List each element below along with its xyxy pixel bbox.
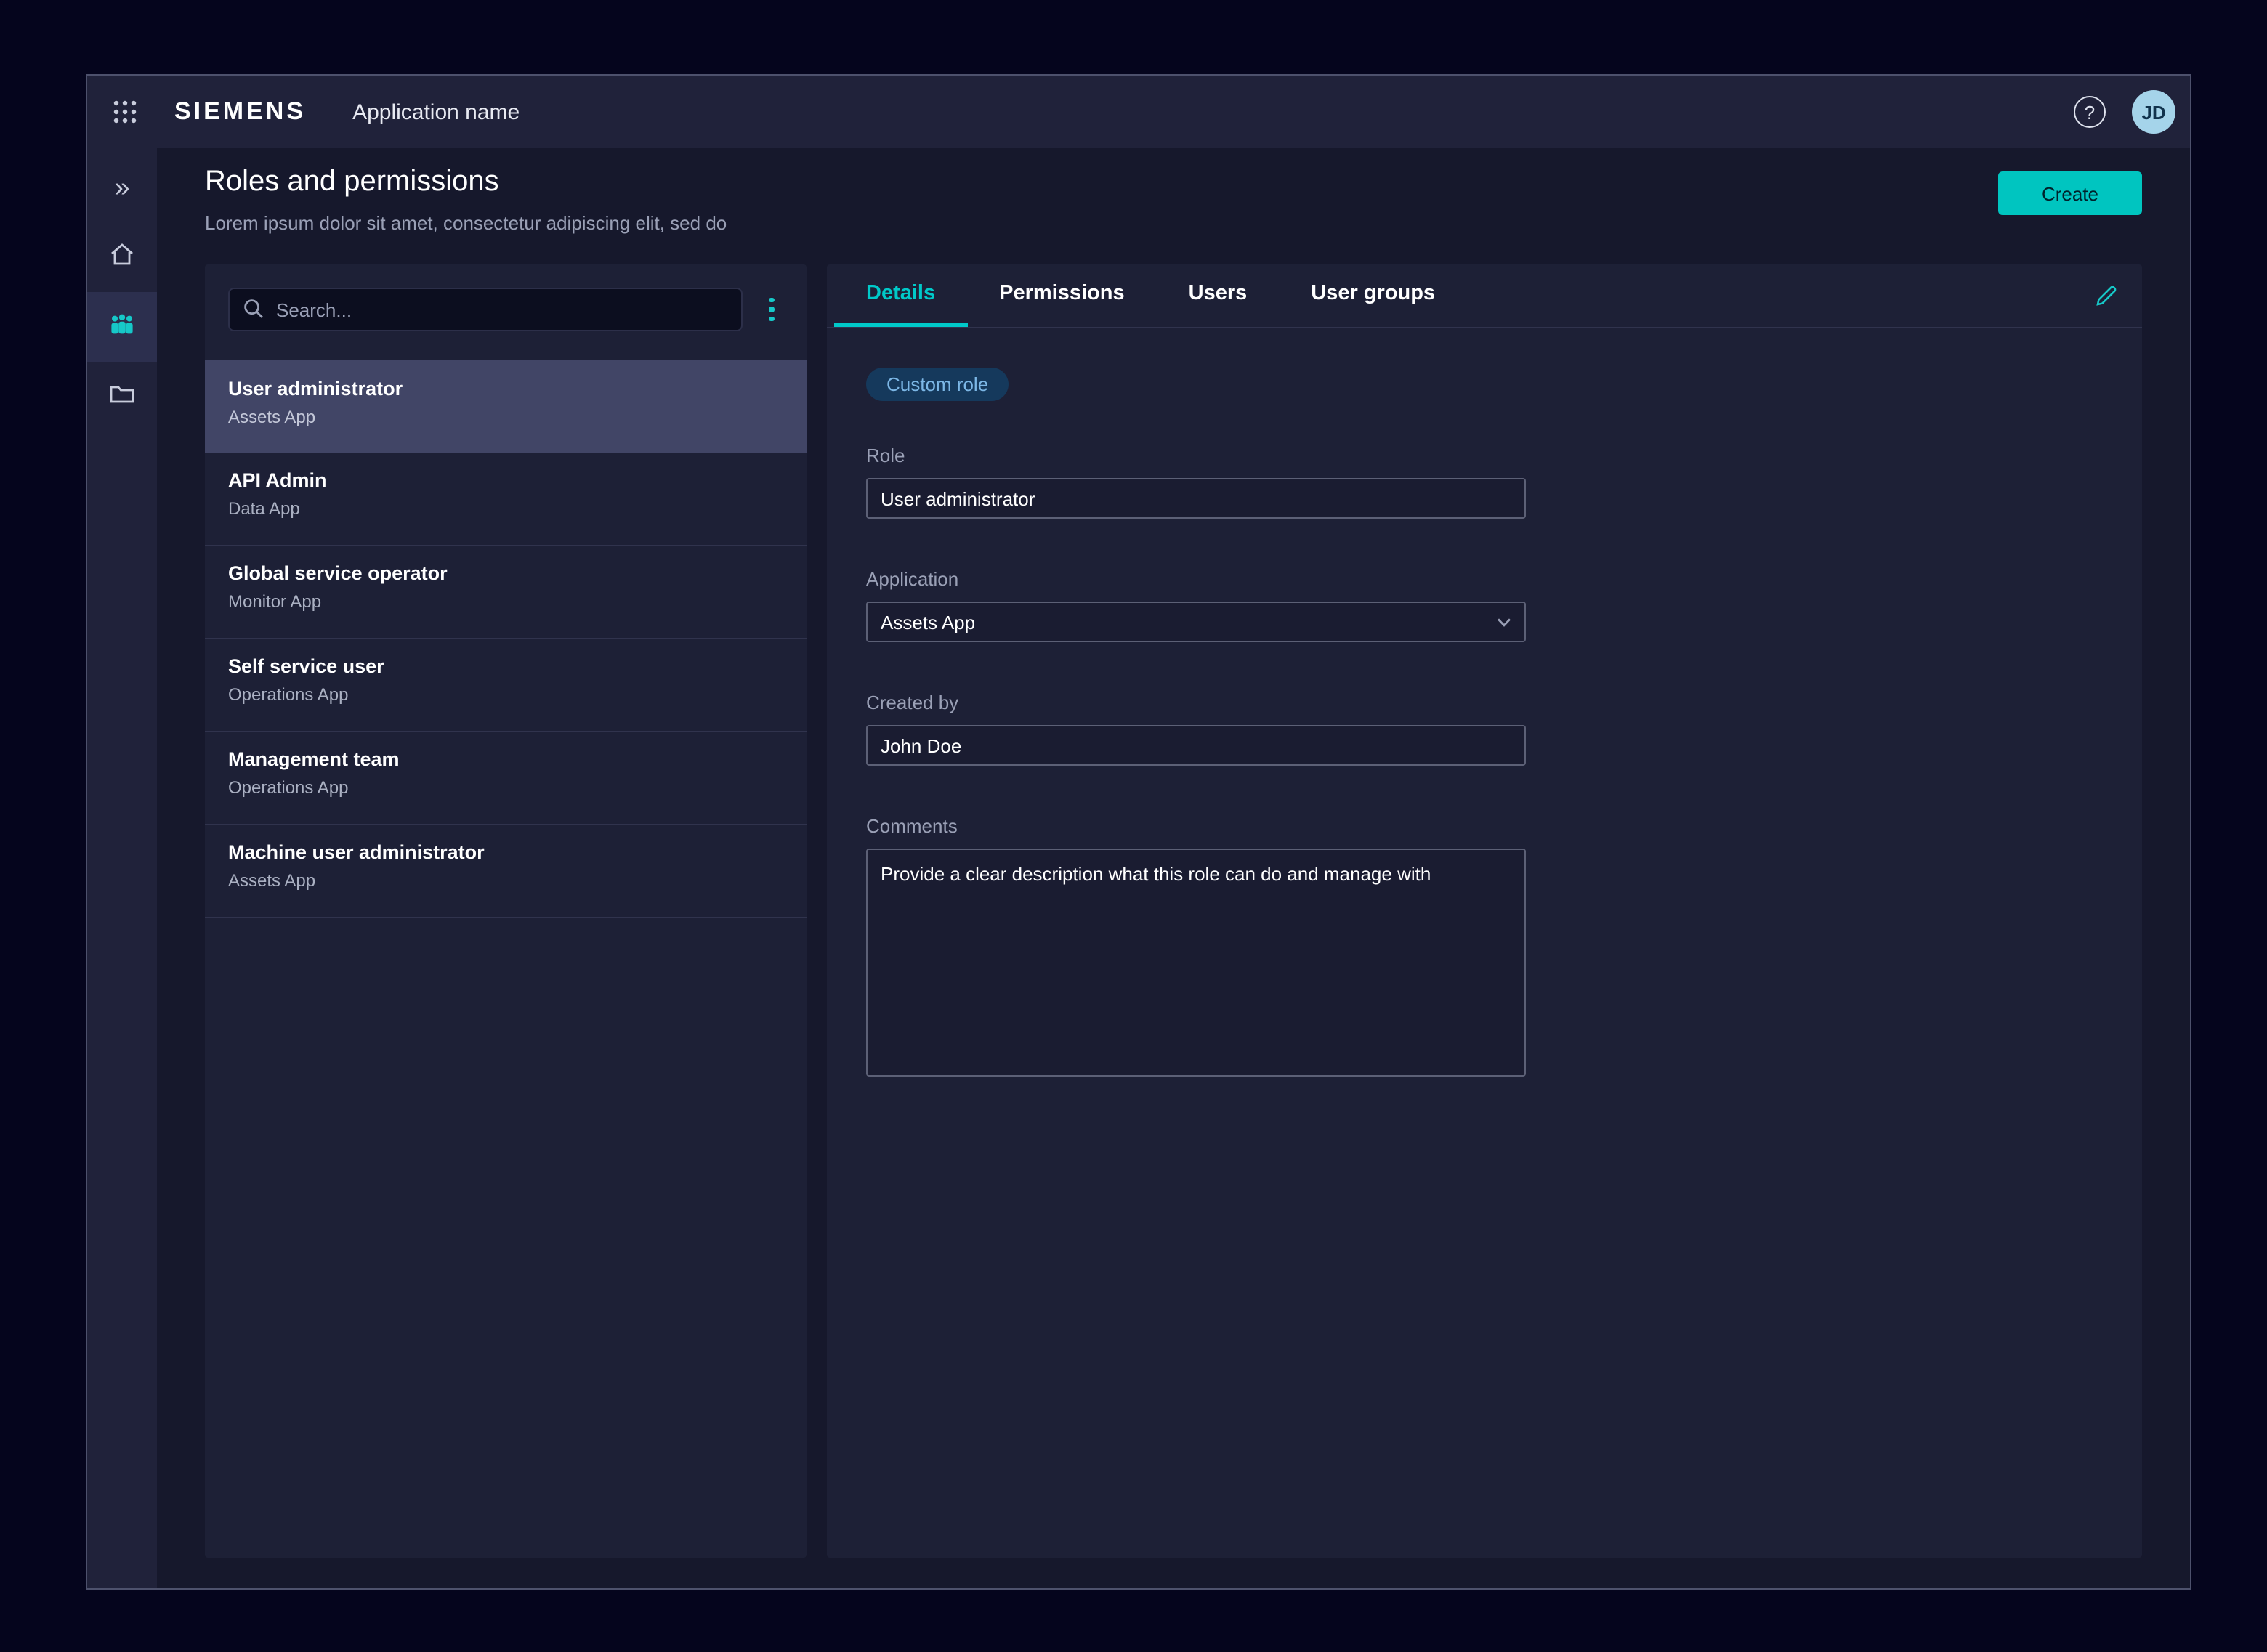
- application-name: Application name: [352, 100, 520, 124]
- list-item[interactable]: API Admin Data App: [205, 453, 807, 546]
- search-input[interactable]: [228, 288, 743, 331]
- tab-user-groups[interactable]: User groups: [1279, 264, 1467, 327]
- search-row: [205, 264, 807, 355]
- sidebar-item-roles[interactable]: [87, 292, 157, 362]
- search-icon: [243, 298, 264, 320]
- home-icon: [109, 240, 135, 274]
- role-name: Machine user administrator: [228, 841, 783, 863]
- role-name: Management team: [228, 748, 783, 770]
- role-app: Data App: [228, 498, 783, 519]
- roles-list-panel: User administrator Assets App API Admin …: [205, 264, 807, 1558]
- list-item[interactable]: Self service user Operations App: [205, 639, 807, 732]
- list-item[interactable]: Management team Operations App: [205, 732, 807, 825]
- page-header-text: Roles and permissions Lorem ipsum dolor …: [205, 166, 727, 234]
- edit-pencil-icon[interactable]: [2084, 274, 2127, 317]
- chevron-down-icon: [1497, 618, 1511, 628]
- role-name: Self service user: [228, 655, 783, 677]
- list-item[interactable]: Global service operator Monitor App: [205, 546, 807, 639]
- role-input[interactable]: [866, 478, 1526, 519]
- role-name: Global service operator: [228, 562, 783, 584]
- sidebar-item-files[interactable]: [87, 362, 157, 432]
- comments-textarea[interactable]: Provide a clear description what this ro…: [866, 849, 1526, 1077]
- create-button[interactable]: Create: [1998, 171, 2142, 215]
- role-name: API Admin: [228, 469, 783, 491]
- user-avatar[interactable]: JD: [2132, 90, 2175, 134]
- main-content: Roles and permissions Lorem ipsum dolor …: [157, 148, 2190, 1588]
- list-item[interactable]: User administrator Assets App: [205, 360, 807, 453]
- tab-permissions[interactable]: Permissions: [967, 264, 1157, 327]
- folder-icon: [109, 381, 135, 412]
- tab-users[interactable]: Users: [1157, 264, 1280, 327]
- role-name: User administrator: [228, 378, 783, 400]
- icon-sidebar: »: [87, 148, 157, 1588]
- application-select-value: Assets App: [881, 611, 975, 633]
- page-title: Roles and permissions: [205, 166, 727, 199]
- list-item[interactable]: Machine user administrator Assets App: [205, 825, 807, 918]
- created-by-field: Created by: [866, 692, 2103, 766]
- detail-form: Custom role Role Application Assets App: [827, 328, 2142, 1106]
- detail-tabbar: Details Permissions Users User groups: [827, 264, 2142, 328]
- help-icon[interactable]: ?: [2074, 96, 2106, 128]
- created-by-field-label: Created by: [866, 692, 2103, 713]
- header-actions: ? JD: [2074, 90, 2175, 134]
- siemens-logo: SIEMENS: [174, 97, 306, 126]
- role-field-label: Role: [866, 445, 2103, 466]
- comments-field: Comments Provide a clear description wha…: [866, 815, 2103, 1077]
- top-header: SIEMENS Application name ? JD: [87, 76, 2190, 148]
- role-app: Operations App: [228, 777, 783, 798]
- application-field-label: Application: [866, 568, 2103, 590]
- role-field: Role: [866, 445, 2103, 519]
- sidebar-item-home[interactable]: [87, 222, 157, 292]
- page-subtitle: Lorem ipsum dolor sit amet, consectetur …: [205, 212, 727, 234]
- app-window: SIEMENS Application name ? JD »: [86, 74, 2191, 1590]
- role-app: Assets App: [228, 870, 783, 891]
- comments-field-label: Comments: [866, 815, 2103, 837]
- role-detail-panel: Details Permissions Users User groups: [827, 264, 2142, 1558]
- content-panels: User administrator Assets App API Admin …: [205, 264, 2142, 1558]
- custom-role-badge: Custom role: [866, 368, 1009, 401]
- search-field-wrapper: [228, 288, 743, 331]
- window-body: »: [87, 148, 2190, 1588]
- sidebar-expand-button[interactable]: »: [87, 153, 157, 222]
- list-options-kebab-icon[interactable]: [751, 289, 792, 330]
- app-launcher-icon[interactable]: [110, 97, 140, 126]
- application-select[interactable]: Assets App: [866, 602, 1526, 642]
- tab-details[interactable]: Details: [834, 264, 967, 327]
- users-icon: [108, 312, 137, 342]
- double-chevron-right-icon: »: [114, 174, 129, 201]
- role-app: Operations App: [228, 684, 783, 705]
- application-root: SIEMENS Application name ? JD »: [0, 0, 2267, 1652]
- role-list: User administrator Assets App API Admin …: [205, 360, 807, 1558]
- role-app: Assets App: [228, 407, 783, 427]
- application-field: Application Assets App: [866, 568, 2103, 642]
- page-header: Roles and permissions Lorem ipsum dolor …: [205, 166, 2142, 234]
- role-app: Monitor App: [228, 591, 783, 612]
- created-by-input[interactable]: [866, 725, 1526, 766]
